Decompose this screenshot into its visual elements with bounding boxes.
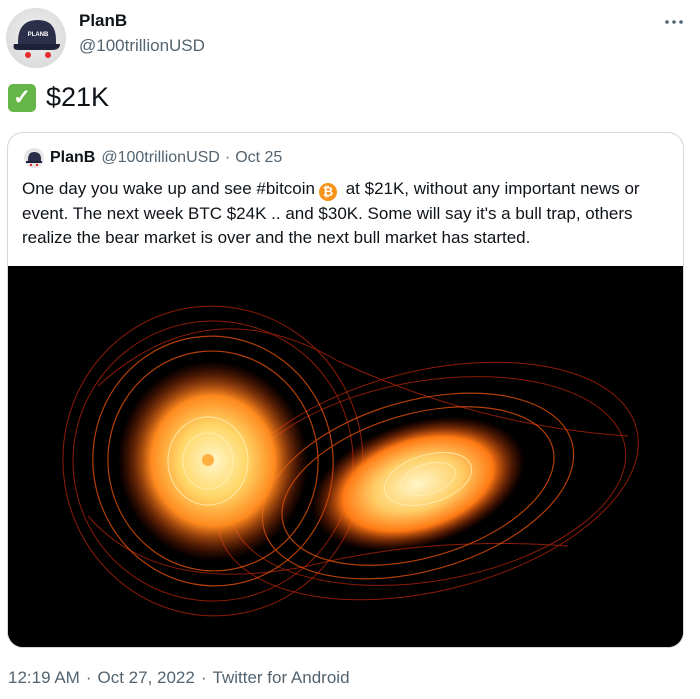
tweet-date[interactable]: Oct 27, 2022 [98,668,195,687]
author-name[interactable]: PlanB [79,11,127,31]
footer-separator: · [85,668,92,687]
bitcoin-icon: ₿ [318,183,337,201]
quoted-media-image[interactable] [8,266,683,647]
tweet-text: $21K [46,82,110,112]
quoted-author-handle: @100trillionUSD [101,149,220,166]
svg-text:PLANB: PLANB [28,32,49,38]
author-avatar[interactable]: PLANB [6,8,66,68]
quoted-text-part1: One day you wake up and see #bitcoin [22,179,315,198]
tweet-footer: 12:19 AM · Oct 27, 2022 · Twitter for Androi… [8,668,350,688]
tweet-time[interactable]: 12:19 AM [8,668,80,687]
tweet-source: Twitter for Android [212,668,350,687]
more-dots-icon [665,20,683,24]
quoted-avatar [24,148,44,168]
quoted-text: One day you wake up and see #bitcoin ₿ at… [22,177,672,251]
quoted-separator: · [224,149,231,166]
footer-separator: · [200,668,207,687]
author-handle[interactable]: @100trillionUSD [79,36,205,56]
quoted-date: Oct 25 [235,149,283,166]
check-mark-icon: ✓ [8,83,36,112]
tweet-body: ✓ $21K [8,82,109,113]
quoted-author-name: PlanB [50,149,96,166]
quoted-header: PlanB @100trillionUSD · Oct 25 [24,148,282,168]
planb-cap-icon: PLANB [13,20,60,58]
lorenz-attractor-image [8,266,683,647]
quoted-tweet[interactable]: PlanB @100trillionUSD · Oct 25 One day y… [7,132,684,648]
more-options-button[interactable] [660,8,688,36]
planb-cap-icon [26,152,42,167]
